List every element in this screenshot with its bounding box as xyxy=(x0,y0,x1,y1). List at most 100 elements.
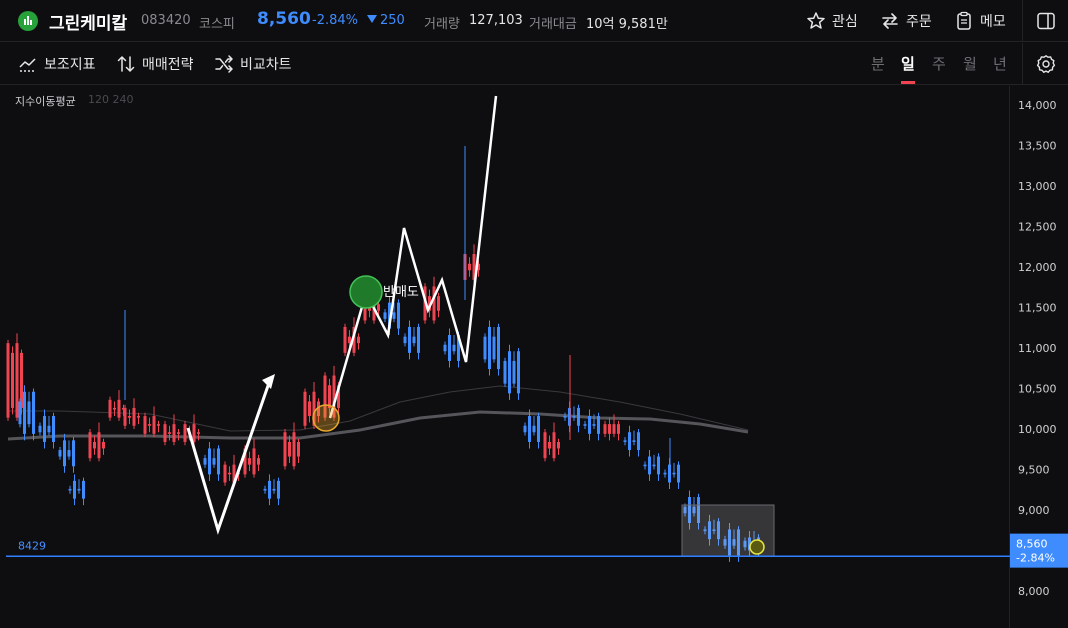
candle-body xyxy=(93,441,96,449)
candle-body xyxy=(203,458,207,465)
candle-body xyxy=(102,441,105,449)
candle-body xyxy=(503,360,507,384)
candle-body xyxy=(63,440,66,467)
candle-body xyxy=(408,326,411,353)
candle-body xyxy=(128,416,131,418)
candle-body xyxy=(52,416,55,442)
candle-body xyxy=(208,448,211,475)
candle-body xyxy=(297,441,300,457)
candle-body xyxy=(532,425,536,433)
candle-body xyxy=(552,432,556,459)
candle-body xyxy=(412,336,416,344)
candle-body xyxy=(512,360,516,384)
candle-body xyxy=(488,326,491,370)
candle-body xyxy=(257,458,260,465)
candle-body xyxy=(58,450,62,457)
candle-body xyxy=(432,286,436,321)
candle-body xyxy=(73,480,76,499)
candle-body xyxy=(643,464,647,467)
candle-body xyxy=(67,450,71,457)
candle-body xyxy=(157,424,160,426)
candle-body xyxy=(437,296,440,311)
candle-body xyxy=(252,448,256,475)
y-tick-label: 12,500 xyxy=(1018,221,1057,234)
annotation-text: 반매도 xyxy=(383,285,419,300)
candle-body xyxy=(123,407,127,426)
candle-body xyxy=(308,401,311,417)
candle-body xyxy=(672,472,676,475)
candle-body xyxy=(597,416,600,434)
candle-body xyxy=(18,401,22,425)
current-price-badge-value: 8,560 xyxy=(1016,538,1048,551)
candle-body xyxy=(88,432,92,459)
drawing-zigzag-2[interactable] xyxy=(328,95,498,419)
candle-body xyxy=(417,326,420,353)
candle-body xyxy=(592,424,596,426)
y-tick-label: 14,000 xyxy=(1018,99,1057,112)
candle-body xyxy=(637,432,640,451)
sell-signal-marker[interactable] xyxy=(349,275,383,309)
y-tick-label: 11,000 xyxy=(1018,342,1057,355)
candle-body xyxy=(38,425,42,433)
candle-body xyxy=(492,336,496,360)
candle-body xyxy=(612,424,616,434)
candle-body xyxy=(303,391,307,426)
candle-body xyxy=(143,416,147,434)
candle-body xyxy=(563,416,567,418)
candle-body xyxy=(263,488,267,491)
drawing-zigzag-1[interactable] xyxy=(186,379,272,535)
candle-body xyxy=(168,432,171,434)
y-tick-label: 9,000 xyxy=(1018,504,1050,517)
y-tick-label: 13,500 xyxy=(1018,140,1057,153)
candle-body xyxy=(137,416,140,418)
candle-body xyxy=(383,312,387,319)
candle-body xyxy=(132,407,136,426)
candle-body xyxy=(272,488,276,491)
candle-body xyxy=(632,440,636,442)
ma-indicator-params: 120 240 xyxy=(88,93,134,106)
candle-body xyxy=(217,448,220,475)
candle-body xyxy=(183,424,187,442)
buy-signal-marker[interactable] xyxy=(312,404,340,432)
candle-body xyxy=(6,343,10,418)
y-tick-label: 10,000 xyxy=(1018,423,1057,436)
candle-body xyxy=(448,335,451,361)
candle-body xyxy=(537,416,540,442)
candle-body xyxy=(43,416,46,442)
candle-body xyxy=(11,352,14,408)
candle-body xyxy=(603,424,607,434)
candle-body xyxy=(283,432,287,467)
candle-body xyxy=(617,424,620,434)
candle-body xyxy=(443,344,447,352)
candle-body xyxy=(663,472,667,475)
candle-body xyxy=(212,458,216,465)
candle-body xyxy=(623,440,627,442)
candle-body xyxy=(148,424,151,426)
candle-body xyxy=(68,488,72,491)
y-tick-label: 8,000 xyxy=(1018,585,1050,598)
candle-body xyxy=(548,441,551,449)
candle-body xyxy=(108,399,112,418)
candle-body xyxy=(528,416,531,442)
candle-body xyxy=(608,424,611,434)
candle-body xyxy=(343,326,347,353)
support-line-label: 8429 xyxy=(18,539,46,552)
current-candle-marker xyxy=(749,539,765,555)
candle-body xyxy=(628,432,631,451)
candle-body xyxy=(163,424,167,442)
candle-body xyxy=(292,432,296,467)
candle-body xyxy=(572,416,576,418)
y-tick-label: 9,500 xyxy=(1018,464,1050,477)
candle-body xyxy=(392,312,396,319)
candle-body xyxy=(452,344,456,352)
candlestick-chart[interactable]: 반매도 14,000 13,500 13,000 12,500 12,000 11,500… xyxy=(0,0,1068,628)
candle-body xyxy=(277,480,280,499)
candle-body xyxy=(72,440,75,467)
candle-body xyxy=(403,336,407,344)
candle-body xyxy=(248,458,251,465)
candle-body xyxy=(648,456,651,475)
candle-body xyxy=(588,416,591,434)
candle-body xyxy=(82,480,85,499)
candle-body xyxy=(223,464,227,483)
candle-body xyxy=(228,472,231,475)
